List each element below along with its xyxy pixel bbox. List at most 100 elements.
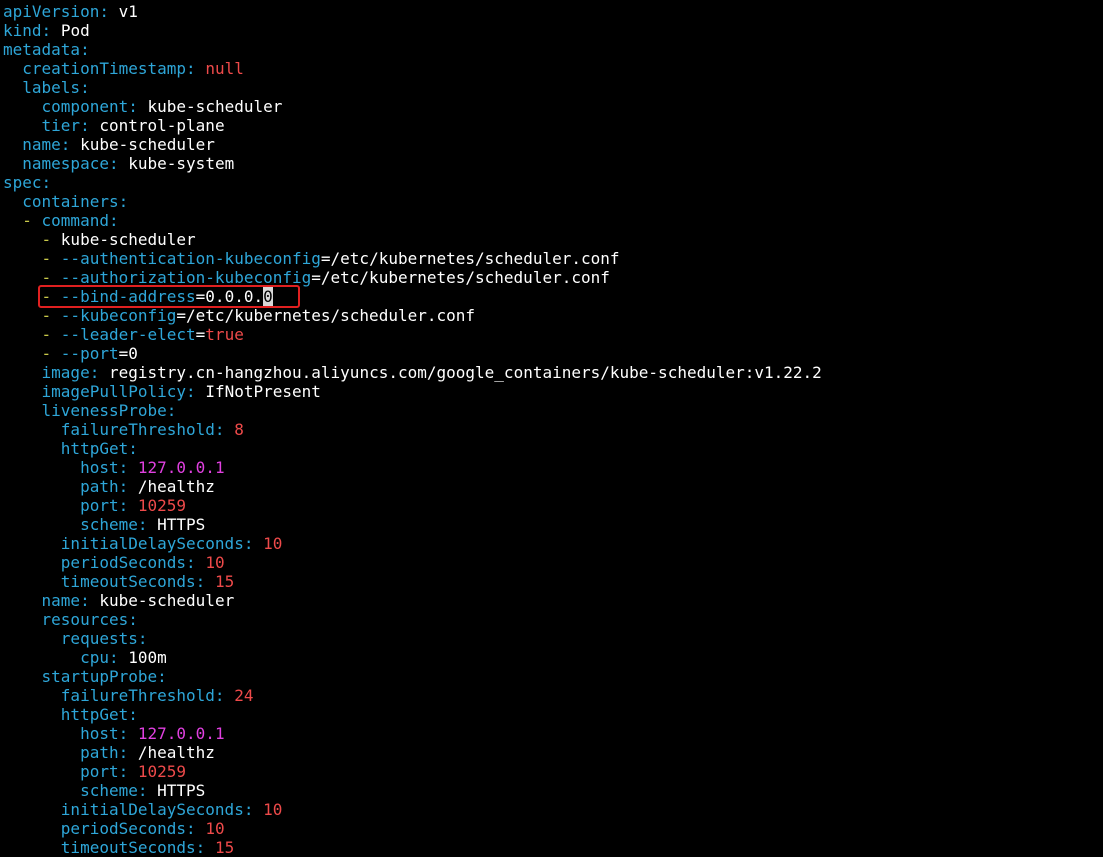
code-line[interactable]: path: /healthz [3,477,1103,496]
code-line[interactable]: - --authorization-kubeconfig=/etc/kubern… [3,268,1103,287]
yaml-key: path [80,477,119,496]
code-line[interactable]: failureThreshold: 8 [3,420,1103,439]
code-line[interactable]: labels: [3,78,1103,97]
flag-value: true [205,325,244,344]
code-line[interactable]: timeoutSeconds: 15 [3,838,1103,857]
code-line[interactable]: - --leader-elect=true [3,325,1103,344]
code-line[interactable]: host: 127.0.0.1 [3,724,1103,743]
flag-value: 0.0.0. [205,287,264,306]
code-line[interactable]: failureThreshold: 24 [3,686,1103,705]
code-line[interactable]: spec: [3,173,1103,192]
yaml-colon: : [195,838,206,857]
yaml-value: 15 [214,838,235,857]
yaml-colon: : [137,629,148,648]
yaml-colon: : [157,667,167,686]
code-line[interactable]: namespace: kube-system [3,154,1103,173]
yaml-value: 10 [205,553,225,572]
code-line[interactable]: name: kube-scheduler [3,591,1103,610]
code-line[interactable]: image: registry.cn-hangzhou.aliyuncs.com… [3,363,1103,382]
yaml-colon: : [89,363,100,382]
code-line[interactable]: apiVersion: v1 [3,2,1103,21]
list-dash: - [41,344,61,363]
code-line[interactable]: host: 127.0.0.1 [3,458,1103,477]
code-line[interactable]: scheme: HTTPS [3,515,1103,534]
yaml-key: startupProbe [41,667,158,686]
yaml-key: requests [60,629,138,648]
code-line[interactable]: startupProbe: [3,667,1103,686]
code-line[interactable]: requests: [3,629,1103,648]
yaml-value: 100m [128,648,167,667]
yaml-key: command [41,211,109,230]
code-line[interactable]: name: kube-scheduler [3,135,1103,154]
yaml-key: periodSeconds [60,553,187,572]
code-line-bind-address[interactable]: - --bind-address=0.0.0.0 [3,287,1103,306]
code-line[interactable]: httpGet: [3,439,1103,458]
yaml-colon: : [128,705,138,724]
yaml-colon: : [186,382,196,401]
code-line[interactable]: containers: [3,192,1103,211]
code-line[interactable]: initialDelaySeconds: 10 [3,534,1103,553]
code-line[interactable]: timeoutSeconds: 15 [3,572,1103,591]
yaml-colon: : [80,591,90,610]
yaml-colon: : [118,192,129,211]
code-line[interactable]: - --kubeconfig=/etc/kubernetes/scheduler… [3,306,1103,325]
yaml-value: 24 [234,686,254,705]
code-line[interactable]: initialDelaySeconds: 10 [3,800,1103,819]
code-line[interactable]: creationTimestamp: null [3,59,1103,78]
yaml-key: creationTimestamp [22,59,187,78]
list-dash: - [22,211,42,230]
yaml-value: IfNotPresent [205,382,321,401]
yaml-colon: : [186,59,196,78]
code-line[interactable]: scheme: HTTPS [3,781,1103,800]
code-line[interactable]: imagePullPolicy: IfNotPresent [3,382,1103,401]
code-line[interactable]: periodSeconds: 10 [3,819,1103,838]
code-line[interactable]: resources: [3,610,1103,629]
flag-equals: = [176,306,187,325]
code-line[interactable]: path: /healthz [3,743,1103,762]
code-line[interactable]: httpGet: [3,705,1103,724]
yaml-colon: : [195,572,206,591]
code-line[interactable]: port: 10259 [3,496,1103,515]
yaml-key: scheme [80,781,138,800]
yaml-key: namespace [22,154,109,173]
yaml-value: 15 [214,572,235,591]
yaml-editor[interactable]: apiVersion: v1 kind: Pod metadata: creatio… [3,2,1103,857]
code-line[interactable]: cpu: 100m [3,648,1103,667]
code-line[interactable]: - command: [3,211,1103,230]
yaml-colon: : [118,477,129,496]
yaml-colon: : [137,781,148,800]
flag-value: 0 [128,344,138,363]
flag-value: /etc/kubernetes/scheduler.conf [330,249,620,268]
code-line[interactable]: port: 10259 [3,762,1103,781]
code-line[interactable]: component: kube-scheduler [3,97,1103,116]
code-line[interactable]: tier: control-plane [3,116,1103,135]
list-value: kube-scheduler [60,230,196,249]
code-line[interactable]: - --authentication-kubeconfig=/etc/kuber… [3,249,1103,268]
yaml-colon: : [118,458,129,477]
code-line[interactable]: periodSeconds: 10 [3,553,1103,572]
code-line[interactable]: - kube-scheduler [3,230,1103,249]
flag-equals: = [118,344,129,363]
code-line[interactable]: livenessProbe: [3,401,1103,420]
code-line[interactable]: - --port=0 [3,344,1103,363]
yaml-key: tier [41,116,81,135]
code-line[interactable]: kind: Pod [3,21,1103,40]
code-line[interactable]: metadata: [3,40,1103,59]
